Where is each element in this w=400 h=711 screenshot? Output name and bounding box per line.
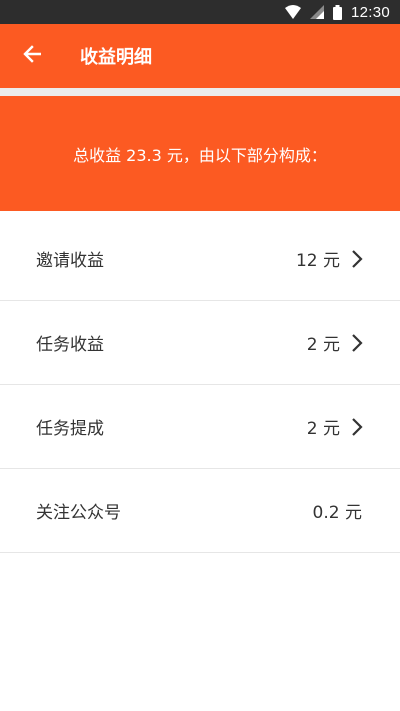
earnings-list: 邀请收益 12 元 任务收益 2 元 任务提成 2 元 关注公众号 0.2 元 bbox=[0, 217, 400, 553]
list-item-follow-official-account: 关注公众号 0.2 元 bbox=[0, 469, 400, 553]
list-item-value: 2 元 bbox=[306, 335, 340, 355]
arrow-left-icon bbox=[23, 45, 42, 67]
total-earnings-summary: 总收益 23.3 元，由以下部分构成： bbox=[73, 145, 327, 165]
list-item-label: 任务提成 bbox=[36, 419, 104, 439]
battery-icon bbox=[332, 4, 342, 20]
list-item-label: 邀请收益 bbox=[36, 251, 104, 271]
list-item-label: 任务收益 bbox=[36, 335, 104, 355]
summary-banner: 总收益 23.3 元，由以下部分构成： bbox=[0, 96, 400, 211]
status-bar: 12:30 bbox=[0, 0, 400, 24]
list-item-label: 关注公众号 bbox=[36, 503, 121, 523]
chevron-right-icon bbox=[340, 249, 364, 269]
list-item-task-commission[interactable]: 任务提成 2 元 bbox=[0, 385, 400, 469]
chevron-right-icon bbox=[340, 417, 364, 437]
header-divider-strip bbox=[0, 88, 400, 96]
back-button[interactable] bbox=[0, 24, 64, 88]
list-item-value: 0.2 元 bbox=[312, 503, 362, 523]
cellular-signal-icon bbox=[309, 5, 324, 19]
list-item-value: 2 元 bbox=[306, 419, 340, 439]
list-item-value: 12 元 bbox=[295, 251, 340, 271]
page-title: 收益明细 bbox=[80, 47, 152, 68]
wifi-icon bbox=[284, 5, 301, 19]
list-item-invite-earnings[interactable]: 邀请收益 12 元 bbox=[0, 217, 400, 301]
list-item-task-earnings[interactable]: 任务收益 2 元 bbox=[0, 301, 400, 385]
app-bar: 收益明细 bbox=[0, 24, 400, 88]
status-time: 12:30 bbox=[350, 3, 390, 21]
chevron-right-icon bbox=[340, 333, 364, 353]
